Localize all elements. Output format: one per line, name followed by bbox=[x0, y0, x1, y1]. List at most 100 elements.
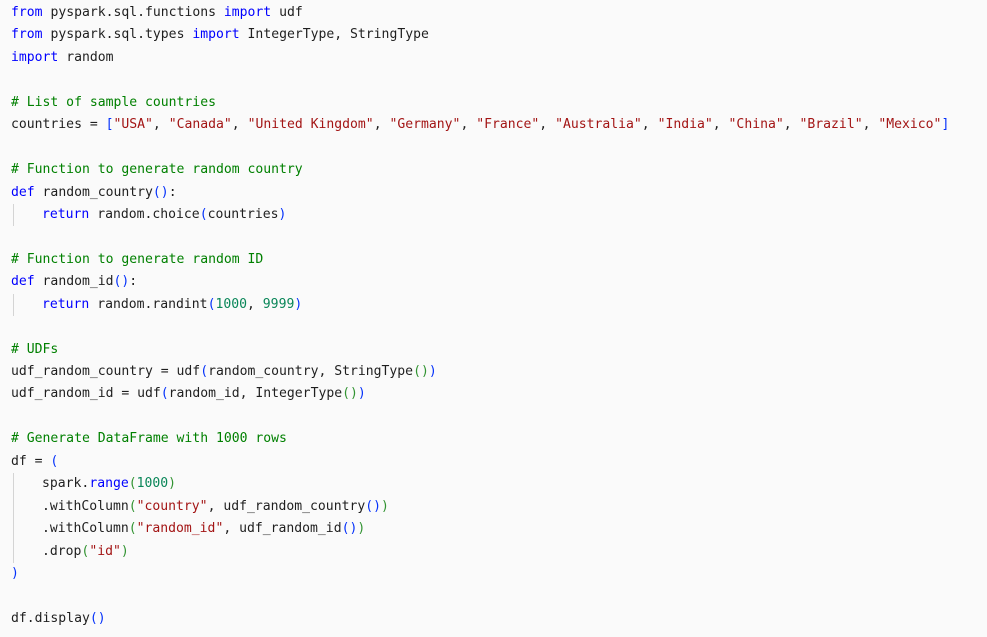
string-literal: "France" bbox=[476, 117, 540, 133]
keyword-import: import bbox=[223, 5, 272, 20]
paren: () bbox=[89, 610, 106, 626]
code-line-16: # UDFs bbox=[0, 339, 987, 361]
comment: # List of sample countries bbox=[11, 94, 216, 110]
bracket-open: [ bbox=[105, 117, 114, 133]
number-literal: 1000 bbox=[215, 296, 248, 312]
call-args: , udf_random_country bbox=[207, 498, 366, 514]
paren: ( bbox=[128, 476, 137, 492]
method-name: .withColumn bbox=[42, 498, 129, 514]
keyword-def: def bbox=[11, 274, 35, 290]
keyword-return: return bbox=[42, 296, 90, 312]
assignment-lhs: df = bbox=[11, 453, 51, 469]
code-line-20: # Generate DataFrame with 1000 rows bbox=[0, 428, 987, 450]
paren: () bbox=[341, 521, 358, 537]
keyword-import: import bbox=[192, 27, 240, 43]
object-name: spark. bbox=[42, 476, 90, 492]
method-name: .drop bbox=[42, 543, 82, 559]
code-line-28: df.display() bbox=[0, 608, 987, 630]
paren: () bbox=[365, 498, 382, 514]
paren: ) bbox=[357, 386, 366, 402]
keyword-return: return bbox=[42, 206, 90, 222]
paren: ( bbox=[128, 498, 137, 514]
code-line-5: # List of sample countries bbox=[0, 92, 987, 114]
string-literal: "Germany" bbox=[389, 117, 461, 133]
paren: ) bbox=[11, 565, 19, 581]
paren: ( bbox=[199, 206, 208, 222]
paren: ( bbox=[128, 521, 137, 537]
string-literal: "India" bbox=[657, 117, 713, 133]
keyword-import: import bbox=[11, 49, 59, 65]
call-name: random.randint bbox=[97, 296, 208, 312]
paren: ( bbox=[200, 364, 209, 379]
code-line-22: spark.range(1000) bbox=[0, 473, 987, 496]
string-literal: "Canada" bbox=[168, 117, 232, 133]
code-line-10: return random.choice(countries) bbox=[0, 203, 987, 227]
paren: ( bbox=[160, 386, 169, 402]
paren: ) bbox=[381, 498, 389, 514]
code-editor[interactable]: from pyspark.sql.functions import udf fr… bbox=[0, 0, 987, 637]
call-name: df.display bbox=[11, 610, 90, 626]
call-args: , udf_random_id bbox=[223, 521, 342, 537]
function-name: random_id bbox=[42, 274, 114, 290]
code-line-1: from pyspark.sql.functions import udf bbox=[0, 2, 987, 24]
keyword-from: from bbox=[11, 5, 43, 20]
comment: # UDFs bbox=[11, 341, 59, 357]
paren: () bbox=[342, 386, 358, 402]
code-line-26: ) bbox=[0, 563, 987, 585]
code-line-18: udf_random_id = udf(random_id, IntegerTy… bbox=[0, 383, 987, 405]
code-line-23: .withColumn("country", udf_random_countr… bbox=[0, 495, 987, 519]
code-line-8: # Function to generate random country bbox=[0, 159, 987, 181]
module-name: random bbox=[66, 49, 114, 65]
paren: () bbox=[113, 274, 130, 290]
method-name: .withColumn bbox=[42, 521, 129, 537]
string-literal: "USA" bbox=[113, 117, 153, 133]
keyword-def: def bbox=[11, 184, 35, 200]
indent-guide bbox=[13, 293, 14, 317]
call-arg: countries bbox=[207, 206, 279, 222]
keyword-from: from bbox=[11, 27, 43, 43]
paren: ) bbox=[120, 543, 129, 559]
code-line-2: from pyspark.sql.types import IntegerTyp… bbox=[0, 24, 987, 46]
code-line-13: def random_id(): bbox=[11, 274, 138, 290]
comment: # Generate DataFrame with 1000 rows bbox=[11, 431, 287, 447]
string-literal: "Brazil" bbox=[799, 117, 863, 133]
string-literal: "random_id" bbox=[136, 521, 224, 537]
comment: # Function to generate random ID bbox=[11, 251, 264, 267]
assignment-lhs: countries = bbox=[11, 117, 106, 133]
paren: ( bbox=[50, 453, 59, 469]
number-literal: 9999 bbox=[262, 296, 295, 312]
code-line-25: .drop("id") bbox=[0, 540, 987, 563]
paren: ) bbox=[294, 296, 303, 312]
code-line-21: df = ( bbox=[0, 451, 987, 473]
paren: ) bbox=[357, 521, 366, 537]
paren: () bbox=[152, 184, 169, 200]
string-literal: "id" bbox=[89, 543, 121, 559]
paren: ) bbox=[428, 364, 437, 379]
import-names: IntegerType, StringType bbox=[247, 27, 429, 43]
string-literal: "Mexico" bbox=[878, 117, 942, 133]
call-args: random_country, StringType bbox=[208, 364, 414, 379]
code-line-9: def random_country(): bbox=[11, 184, 177, 200]
code-line-14: return random.randint(1000, 9999) bbox=[0, 293, 987, 317]
code-line-17: udf_random_country = udf(random_country,… bbox=[0, 361, 987, 383]
code-line-3: import random bbox=[0, 47, 987, 69]
method-name: range bbox=[89, 476, 129, 492]
code-line-6: countries = ["USA", "Canada", "United Ki… bbox=[11, 117, 950, 133]
paren: ) bbox=[168, 476, 177, 492]
indent-guide bbox=[13, 518, 14, 541]
import-name: udf bbox=[279, 5, 303, 20]
assignment-lhs: udf_random_id = udf bbox=[11, 386, 161, 402]
indent-guide bbox=[13, 540, 14, 563]
module-name: pyspark.sql.functions bbox=[50, 5, 216, 20]
string-literal: "China" bbox=[728, 117, 784, 133]
indent-guide bbox=[13, 203, 14, 227]
string-literal: "United Kingdom" bbox=[247, 117, 374, 133]
module-name: pyspark.sql.types bbox=[50, 27, 185, 43]
code-line-12: # Function to generate random ID bbox=[0, 249, 987, 271]
